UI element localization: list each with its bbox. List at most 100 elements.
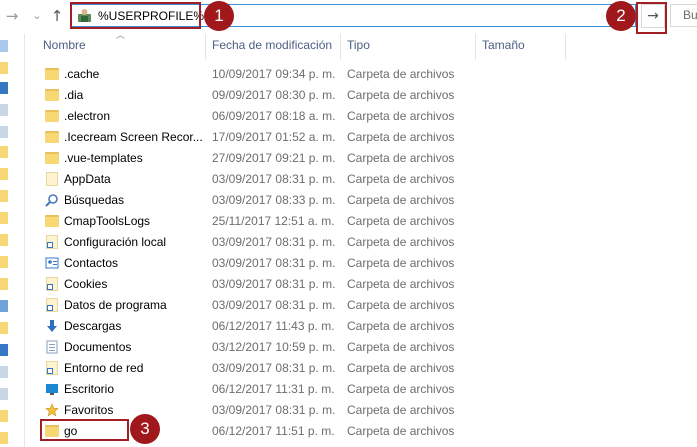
- column-header-size[interactable]: Tamaño: [482, 38, 525, 58]
- column-divider[interactable]: [340, 34, 341, 60]
- file-date: 09/09/2017 08:30 p. m.: [212, 88, 336, 102]
- sort-ascending-icon: ︿: [116, 31, 126, 41]
- file-row[interactable]: .vue-templates 27/09/2017 09:21 p. m. Carp…: [40, 148, 697, 169]
- file-row[interactable]: .Icecream Screen Recor... 17/09/2017 01:5…: [40, 127, 697, 148]
- file-type: Carpeta de archivos: [347, 340, 455, 354]
- file-name: CmapToolsLogs: [64, 214, 151, 228]
- nav-pane-download-icon: [0, 344, 8, 356]
- file-row[interactable]: .electron 06/09/2017 08:18 a. m. Carpeta d…: [40, 106, 697, 127]
- file-type: Carpeta de archivos: [347, 214, 455, 228]
- file-row[interactable]: Documentos 03/12/2017 10:59 p. m. Carpeta …: [40, 337, 697, 358]
- file-date: 17/09/2017 01:52 a. m.: [212, 130, 336, 144]
- file-row[interactable]: Contactos 03/09/2017 08:31 p. m. Carpeta d…: [40, 253, 697, 274]
- nav-pane-folder-icon: [0, 410, 8, 422]
- navigation-pane[interactable]: [0, 34, 25, 447]
- file-date: 10/09/2017 09:34 p. m.: [212, 67, 336, 81]
- file-date: 06/12/2017 11:31 p. m.: [212, 382, 335, 396]
- column-header-type[interactable]: Tipo: [347, 38, 370, 58]
- annotation-badge-1: 1: [204, 1, 234, 31]
- file-name: .cache: [64, 67, 100, 81]
- file-name: Cookies: [64, 277, 108, 291]
- file-type: Carpeta de archivos: [347, 382, 455, 396]
- folder-icon: [45, 131, 59, 143]
- file-type: Carpeta de archivos: [347, 256, 455, 270]
- file-row[interactable]: go 06/12/2017 11:51 p. m. Carpeta de archi…: [40, 421, 697, 442]
- file-date: 03/09/2017 08:31 p. m.: [212, 235, 336, 249]
- nav-pane-folder-icon: [0, 234, 8, 246]
- file-row[interactable]: Búsquedas 03/09/2017 08:33 p. m. Carpeta d…: [40, 190, 697, 211]
- back-button[interactable]: →: [2, 5, 22, 27]
- file-row[interactable]: .dia 09/09/2017 08:30 p. m. Carpeta de arc…: [40, 85, 697, 106]
- folder-icon: [45, 215, 59, 227]
- file-type: Carpeta de archivos: [347, 277, 455, 291]
- file-row[interactable]: Favoritos 03/09/2017 08:31 p. m. Carpeta d…: [40, 400, 697, 421]
- shortcut-folder-icon: [46, 235, 58, 249]
- file-row[interactable]: Escritorio 06/12/2017 11:31 p. m. Carpeta …: [40, 379, 697, 400]
- file-name: Entorno de red: [64, 361, 144, 375]
- nav-pane-music-icon: [0, 366, 8, 378]
- file-name: Configuración local: [64, 235, 167, 249]
- file-date: 03/09/2017 08:31 p. m.: [212, 298, 336, 312]
- file-type: Carpeta de archivos: [347, 361, 455, 375]
- file-row[interactable]: CmapToolsLogs 25/11/2017 12:51 a. m. Carpe…: [40, 211, 697, 232]
- file-type: Carpeta de archivos: [347, 235, 455, 249]
- file-name: .dia: [64, 88, 84, 102]
- file-date: 03/09/2017 08:31 p. m.: [212, 172, 336, 186]
- nav-pane-folder-icon: [0, 322, 8, 334]
- file-row[interactable]: AppData 03/09/2017 08:31 p. m. Carpeta de …: [40, 169, 697, 190]
- file-row[interactable]: .cache 10/09/2017 09:34 p. m. Carpeta de a…: [40, 64, 697, 85]
- folder-icon: [45, 152, 59, 164]
- nav-pane-folder-icon: [0, 190, 8, 202]
- file-name: Búsquedas: [64, 193, 125, 207]
- nav-pane-folder-icon: [0, 432, 8, 444]
- file-date: 06/12/2017 11:51 p. m.: [212, 424, 335, 438]
- file-name: Documentos: [64, 340, 132, 354]
- column-divider[interactable]: [475, 34, 476, 60]
- folder-icon: [45, 89, 59, 101]
- documents-icon: [45, 340, 59, 354]
- file-date: 27/09/2017 09:21 p. m.: [212, 151, 336, 165]
- file-row[interactable]: Datos de programa 03/09/2017 08:31 p. m. C…: [40, 295, 697, 316]
- file-type: Carpeta de archivos: [347, 109, 455, 123]
- file-row[interactable]: Entorno de red 03/09/2017 08:31 p. m. Carp…: [40, 358, 697, 379]
- nav-pane-documents-icon: [0, 104, 8, 116]
- file-name: .Icecream Screen Recor...: [64, 130, 203, 144]
- desktop-icon: [45, 382, 59, 396]
- recent-locations-button[interactable]: ⌄: [27, 5, 47, 27]
- shortcut-folder-icon: [46, 298, 58, 312]
- back-arrow-icon: →: [5, 7, 19, 25]
- nav-pane-folder-icon: [0, 278, 8, 290]
- shortcut-folder-icon: [46, 277, 58, 291]
- annotation-badge-2: 2: [606, 1, 636, 31]
- nav-pane-folder-icon: [0, 168, 8, 180]
- chevron-down-icon: ⌄: [32, 9, 42, 22]
- column-divider[interactable]: [565, 34, 566, 60]
- file-name: .vue-templates: [64, 151, 143, 165]
- file-type: Carpeta de archivos: [347, 424, 455, 438]
- nav-pane-folder-icon: [0, 146, 8, 158]
- column-header-name[interactable]: Nombre: [43, 38, 86, 58]
- file-name: Escritorio: [64, 382, 115, 396]
- file-type: Carpeta de archivos: [347, 172, 455, 186]
- file-name: Contactos: [64, 256, 119, 270]
- file-type: Carpeta de archivos: [347, 67, 455, 81]
- file-date: 03/09/2017 08:31 p. m.: [212, 277, 336, 291]
- file-date: 03/09/2017 08:31 p. m.: [212, 403, 336, 417]
- file-type: Carpeta de archivos: [347, 193, 455, 207]
- folder-icon: [45, 110, 59, 122]
- file-date: 06/12/2017 11:43 p. m.: [212, 319, 335, 333]
- column-divider[interactable]: [205, 34, 206, 60]
- nav-pane-folder-icon: [0, 62, 8, 74]
- nav-pane-pictures-icon: [0, 126, 8, 138]
- search-box[interactable]: Bu: [670, 4, 697, 27]
- file-row[interactable]: Cookies 03/09/2017 08:31 p. m. Carpeta de …: [40, 274, 697, 295]
- file-date: 06/09/2017 08:18 a. m.: [212, 109, 336, 123]
- up-arrow-icon: ↑: [50, 7, 64, 25]
- file-date: 03/09/2017 08:31 p. m.: [212, 256, 336, 270]
- hidden-folder-icon: [46, 172, 58, 186]
- file-row[interactable]: Configuración local 03/09/2017 08:31 p. m…: [40, 232, 697, 253]
- file-row[interactable]: Descargas 06/12/2017 11:43 p. m. Carpeta d…: [40, 316, 697, 337]
- up-button[interactable]: ↑: [47, 5, 67, 27]
- nav-pane-video-icon: [0, 388, 8, 400]
- column-header-date[interactable]: Fecha de modificación: [212, 38, 332, 58]
